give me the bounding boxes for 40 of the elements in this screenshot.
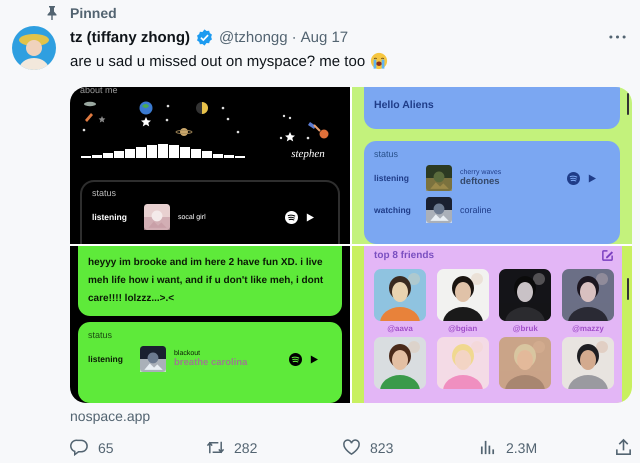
scrollbar[interactable] — [627, 93, 629, 115]
pin-icon — [46, 6, 58, 20]
bio-text: heyyy im brooke and im here 2 have fun XD. i live meh life how i want, and if u don't like meh, i dont care!!!! lolzzz...>.< — [88, 257, 324, 304]
spotify-icon[interactable] — [289, 352, 302, 366]
status-heading: status — [88, 330, 114, 340]
author-name[interactable]: tz (tiffany zhong) — [70, 28, 190, 46]
author-handle[interactable]: @tzhongg — [218, 28, 288, 46]
reply-icon[interactable] — [70, 438, 89, 457]
views-icon[interactable] — [478, 438, 497, 457]
spotify-icon[interactable] — [285, 210, 298, 224]
signature-text: stephen — [291, 148, 325, 160]
status-label: watching — [374, 205, 412, 215]
heart-icon[interactable] — [342, 438, 361, 457]
edit-icon[interactable] — [601, 249, 614, 262]
play-icon[interactable] — [310, 354, 318, 364]
play-icon[interactable] — [306, 212, 314, 222]
status-label: listening — [88, 354, 124, 364]
action-count: 65 — [98, 440, 114, 456]
pinned-label: Pinned — [70, 5, 117, 21]
artist-name: breathe carolina — [174, 357, 248, 368]
friends-heading: top 8 friends — [374, 250, 434, 261]
action-count: 282 — [234, 440, 258, 456]
tweet-text: are u sad u missed out on myspace? me too — [70, 52, 366, 70]
media-title: coraline — [460, 205, 493, 215]
action-count: 823 — [370, 440, 394, 456]
status-heading: status — [374, 149, 400, 159]
status-label: listening — [374, 173, 410, 183]
post-date[interactable]: Aug 17 — [300, 28, 348, 46]
status-label: listening — [92, 212, 128, 222]
action-count: 2.3M — [506, 440, 538, 456]
more-icon[interactable] — [609, 35, 626, 39]
scrollbar[interactable] — [627, 278, 629, 300]
avatar[interactable] — [12, 26, 56, 70]
artist-name: deftones — [460, 176, 501, 187]
share-icon[interactable] — [614, 438, 633, 457]
separator-dot: · — [292, 28, 297, 46]
status-heading: status — [92, 188, 118, 198]
crying-emoji-icon — [370, 52, 388, 70]
bio-text: Hello Aliens — [374, 99, 434, 111]
link-text[interactable]: nospace.app — [70, 408, 150, 424]
